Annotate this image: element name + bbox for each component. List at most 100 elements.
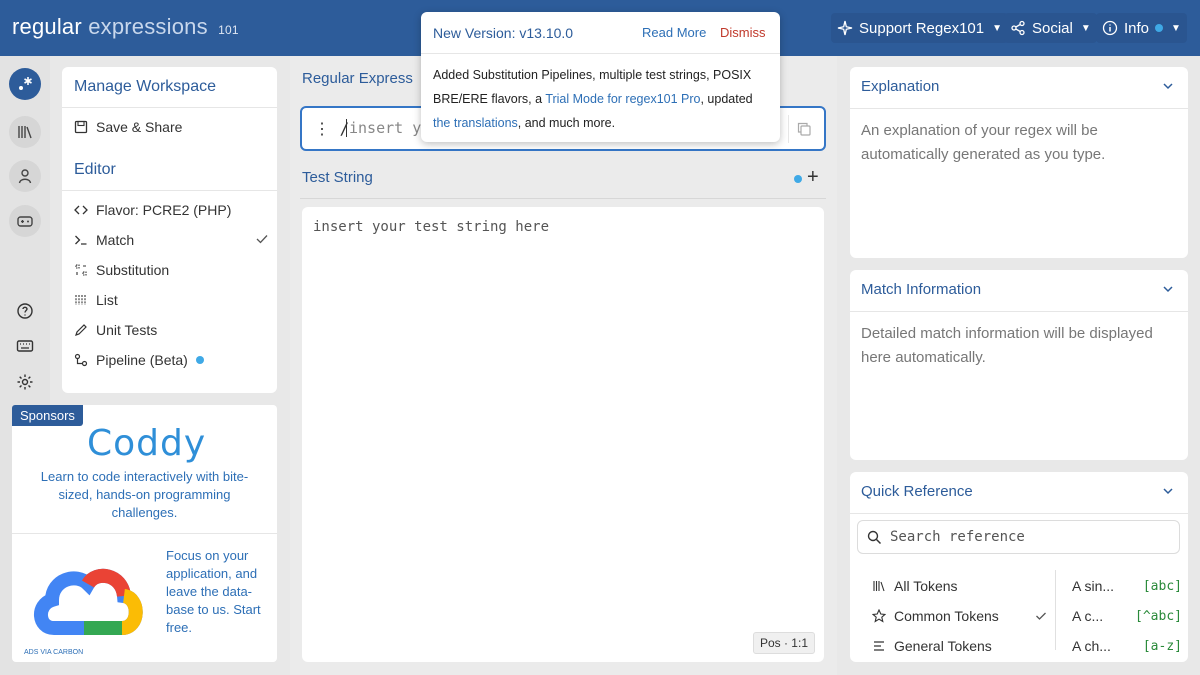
divider bbox=[850, 311, 1188, 312]
mode-pipeline[interactable]: Pipeline (Beta) bbox=[74, 349, 269, 371]
test-string-title: Test String bbox=[302, 169, 373, 186]
reference-search-input[interactable]: Search reference bbox=[890, 529, 1025, 545]
quiz-button[interactable] bbox=[9, 205, 41, 237]
test-string-input[interactable]: insert your test string here bbox=[313, 219, 549, 235]
ads-via-carbon[interactable]: ADS VIA CARBON bbox=[24, 649, 83, 656]
coddy-ad-text[interactable]: Learn to code interactively with bite-si… bbox=[27, 468, 262, 522]
help-icon[interactable] bbox=[15, 301, 35, 321]
explanation-panel: Explanation An explanation of your regex… bbox=[850, 67, 1188, 258]
chevron-down-icon[interactable] bbox=[1162, 283, 1174, 295]
quick-reference-panel: Quick Reference Search reference All Tok… bbox=[850, 472, 1188, 662]
token-description: A sin... bbox=[1072, 578, 1115, 594]
token-row[interactable]: A ch... [a-z] bbox=[1072, 636, 1182, 656]
sponsor-panel: Sponsors Coddy Learn to code interactive… bbox=[12, 405, 277, 662]
code-icon bbox=[74, 203, 88, 217]
cursor-position: Pos · 1:1 bbox=[752, 632, 815, 654]
popup-text-3: , and much more. bbox=[517, 116, 616, 130]
google-cloud-logo[interactable] bbox=[24, 550, 152, 650]
copy-icon bbox=[797, 122, 811, 136]
popup-text-2: , updated bbox=[700, 92, 753, 106]
category-common-tokens[interactable]: Common Tokens bbox=[872, 606, 1047, 626]
editor-title: Editor bbox=[74, 161, 116, 178]
mode-pipeline-label: Pipeline (Beta) bbox=[96, 352, 188, 368]
token-description: A c... bbox=[1072, 608, 1104, 624]
mode-substitution-label: Substitution bbox=[96, 262, 170, 278]
token-row[interactable]: A c... [^abc] bbox=[1072, 606, 1182, 626]
logo-light: expressions bbox=[88, 14, 208, 39]
save-share-button[interactable]: Save & Share bbox=[74, 116, 269, 138]
category-label: Common Tokens bbox=[894, 608, 999, 624]
support-label: Support Regex101 bbox=[859, 19, 985, 37]
library-icon bbox=[873, 581, 885, 592]
search-icon bbox=[867, 530, 882, 545]
flavor-label: Flavor: PCRE2 (PHP) bbox=[96, 202, 232, 218]
logo-version: 101 bbox=[218, 23, 239, 37]
chevron-down-icon[interactable] bbox=[1162, 80, 1174, 92]
sponsors-tag: Sponsors bbox=[12, 405, 83, 426]
explanation-title[interactable]: Explanation bbox=[861, 78, 939, 95]
mode-substitution[interactable]: Substitution bbox=[74, 259, 269, 281]
divider bbox=[62, 107, 277, 108]
regex-editor-button[interactable] bbox=[9, 68, 41, 100]
social-label: Social bbox=[1032, 19, 1073, 37]
popup-title: New Version: v13.10.0 bbox=[433, 25, 574, 41]
more-options-icon[interactable]: ⋮ bbox=[314, 119, 330, 138]
star-icon bbox=[872, 609, 886, 623]
chevron-down-icon[interactable] bbox=[1162, 485, 1174, 497]
translations-link[interactable]: the translations bbox=[433, 116, 518, 130]
quick-reference-title[interactable]: Quick Reference bbox=[861, 483, 973, 500]
check-icon bbox=[1036, 612, 1046, 620]
google-cloud-ad-text[interactable]: Focus on your application, and leave the… bbox=[166, 547, 271, 637]
chevron-down-icon: ▼ bbox=[992, 22, 1002, 34]
match-information-title[interactable]: Match Information bbox=[861, 281, 981, 298]
dismiss-button[interactable]: Dismiss bbox=[720, 25, 766, 40]
info-button[interactable]: Info ▼ bbox=[1096, 13, 1187, 43]
token-code: [a-z] bbox=[1142, 638, 1182, 654]
token-code: [^abc] bbox=[1135, 608, 1182, 624]
terminal-icon bbox=[74, 233, 88, 247]
add-test-string-button[interactable]: + bbox=[807, 166, 823, 188]
category-general-tokens[interactable]: General Tokens bbox=[872, 636, 1047, 656]
gamepad-icon bbox=[17, 216, 33, 227]
manage-workspace-title: Manage Workspace bbox=[74, 78, 216, 95]
read-more-link[interactable]: Read More bbox=[642, 25, 706, 40]
workspace-panel: Manage Workspace Save & Share Editor Fla… bbox=[62, 67, 277, 393]
regex-delimiter[interactable]: ⋮ / bbox=[314, 119, 349, 138]
logo-main: regular bbox=[12, 14, 82, 39]
token-description: A ch... bbox=[1072, 638, 1111, 654]
popup-body: Added Substitution Pipelines, multiple t… bbox=[433, 63, 773, 135]
mode-match-label: Match bbox=[96, 232, 135, 248]
account-button[interactable] bbox=[9, 160, 41, 192]
info-icon bbox=[1102, 20, 1118, 36]
coddy-logo[interactable]: Coddy bbox=[87, 423, 206, 464]
divider bbox=[1055, 570, 1056, 650]
plus-icon: + bbox=[807, 166, 819, 188]
mode-list[interactable]: List bbox=[74, 289, 269, 311]
library-button[interactable] bbox=[9, 116, 41, 148]
sparkle-icon bbox=[837, 20, 853, 36]
support-button[interactable]: Support Regex101 ▼ bbox=[831, 13, 1008, 43]
keyboard-icon[interactable] bbox=[15, 336, 35, 356]
regex-input[interactable]: insert yo bbox=[346, 119, 430, 137]
category-all-tokens[interactable]: All Tokens bbox=[872, 576, 1047, 596]
social-button[interactable]: Social ▼ bbox=[1004, 13, 1097, 43]
mode-unit-tests[interactable]: Unit Tests bbox=[74, 319, 269, 341]
new-feature-dot bbox=[195, 356, 204, 364]
flavor-selector[interactable]: Flavor: PCRE2 (PHP) bbox=[74, 199, 269, 221]
app-logo[interactable]: regular expressions 101 bbox=[12, 14, 239, 40]
chevron-down-icon: ▼ bbox=[1080, 22, 1091, 34]
divider bbox=[850, 108, 1188, 109]
token-row[interactable]: A sin... [abc] bbox=[1072, 576, 1182, 596]
list-icon bbox=[74, 293, 88, 307]
regex-icon bbox=[19, 77, 32, 90]
mode-match[interactable]: Match bbox=[74, 229, 269, 251]
settings-gear-icon[interactable] bbox=[15, 372, 35, 392]
reference-search-field[interactable]: Search reference bbox=[857, 520, 1180, 554]
test-string-editor[interactable]: insert your test string here Pos · 1:1 bbox=[302, 207, 824, 662]
trial-mode-link[interactable]: Trial Mode for regex101 Pro bbox=[545, 92, 700, 106]
chevron-down-icon: ▼ bbox=[1171, 22, 1181, 34]
save-icon bbox=[74, 120, 88, 134]
divider bbox=[421, 53, 780, 54]
test-string-dot bbox=[794, 175, 802, 183]
copy-button[interactable] bbox=[788, 115, 818, 143]
